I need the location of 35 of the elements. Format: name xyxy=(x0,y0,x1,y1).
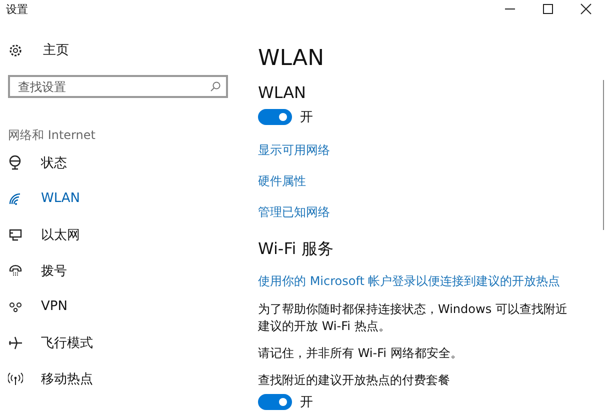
search-field[interactable]: 查找设置 xyxy=(8,75,228,98)
airplane-icon xyxy=(8,335,23,350)
sidebar-item[interactable]: 飞行模式 xyxy=(8,324,240,361)
maximize-icon[interactable] xyxy=(542,3,554,15)
sidebar-item[interactable]: 以太网 xyxy=(8,216,240,253)
section-heading: 网络和 Internet xyxy=(8,127,96,144)
hotspot-icon xyxy=(8,371,23,386)
sidebar-item[interactable]: 状态 xyxy=(8,144,240,181)
settings-link[interactable]: 硬件属性 xyxy=(258,172,306,191)
section-heading: Wi-Fi 服务 xyxy=(258,238,334,260)
description-text: 为了帮助你随时都保持连接状态，Windows 可以查找附近建议的开放 Wi-Fi 热点。 xyxy=(258,301,568,335)
page-title: WLAN xyxy=(258,45,326,73)
section-heading: WLAN xyxy=(258,82,308,104)
setting-label: 查找附近的建议开放热点的付费套餐 xyxy=(258,372,451,389)
dialup-icon xyxy=(8,263,23,278)
sign-in-link[interactable]: 使用你的 Microsoft 帐户登录以便连接到建议的开放热点 xyxy=(258,272,560,291)
wlan-icon xyxy=(8,191,23,206)
status-icon xyxy=(8,155,23,170)
window-title: 设置 xyxy=(5,2,28,16)
search-icon xyxy=(210,81,221,92)
home-link[interactable]: 主页 xyxy=(43,41,69,59)
toggle-label: 开 xyxy=(300,394,313,411)
toggle-switch[interactable] xyxy=(258,394,292,410)
gear-icon xyxy=(8,42,23,58)
sidebar-item[interactable]: WLAN xyxy=(8,180,240,217)
toggle-switch[interactable] xyxy=(258,109,292,125)
toggle-label: 开 xyxy=(300,109,313,126)
ethernet-icon xyxy=(8,227,23,242)
settings-link[interactable]: 管理已知网络 xyxy=(258,203,330,222)
sidebar-item[interactable]: VPN xyxy=(8,288,240,325)
sidebar-item[interactable]: 移动热点 xyxy=(8,360,240,397)
close-icon[interactable] xyxy=(580,3,592,15)
description-text: 请记住，并非所有 Wi-Fi 网络都安全。 xyxy=(258,345,464,362)
settings-link[interactable]: 显示可用网络 xyxy=(258,141,330,160)
sidebar-item[interactable]: 拨号 xyxy=(8,252,240,289)
